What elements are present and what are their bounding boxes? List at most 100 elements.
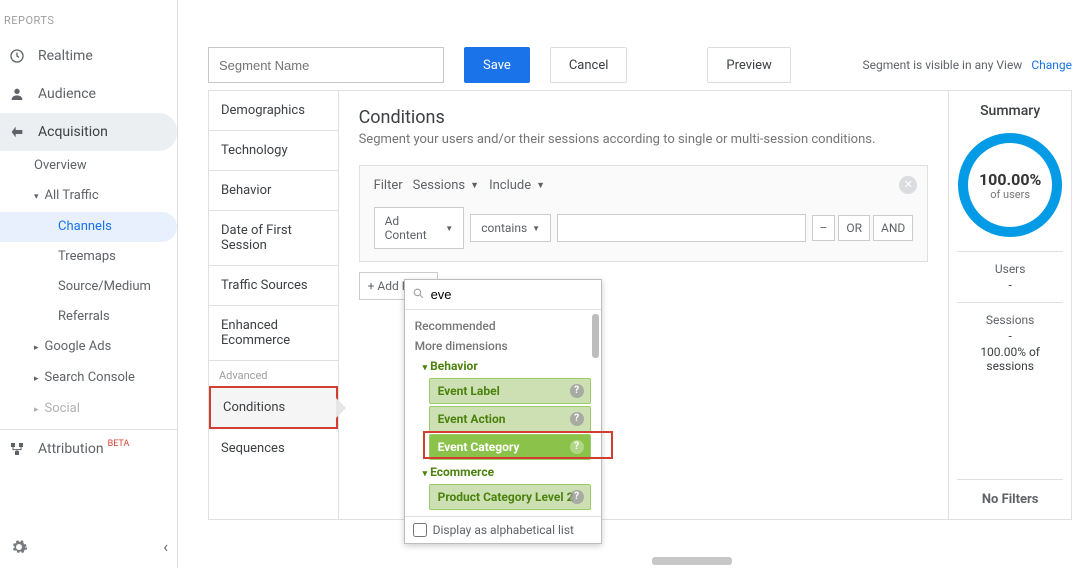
nav-label: Audience (38, 86, 96, 102)
caret-down-icon: ▼ (445, 224, 453, 233)
collapse-nav-icon[interactable]: ‹ (163, 537, 168, 556)
cat-traffic-sources[interactable]: Traffic Sources (209, 266, 338, 306)
filter-header-row: Filter Sessions ▼ Include ▼ (374, 178, 914, 193)
sessions-label: Sessions (957, 313, 1063, 327)
cat-behavior[interactable]: Behavior (209, 171, 338, 211)
cat-enhanced-ecommerce[interactable]: Enhanced Ecommerce (209, 306, 338, 361)
dim-event-category[interactable]: Event Category? (429, 434, 591, 460)
editor-title: Conditions (359, 107, 929, 128)
alpha-list-checkbox[interactable] (413, 523, 427, 537)
subnav-social[interactable]: Social (0, 394, 177, 425)
dim-product-category-l2[interactable]: Product Category Level 2? (429, 484, 591, 510)
or-button[interactable]: OR (838, 215, 870, 241)
cancel-button[interactable]: Cancel (550, 47, 628, 83)
dimension-search (405, 280, 601, 310)
acquisition-icon (8, 123, 26, 141)
conditions-editor: Conditions Segment your users and/or the… (339, 91, 950, 519)
segment-panel: Demographics Technology Behavior Date of… (208, 90, 1072, 520)
subnav-overview[interactable]: Overview (0, 151, 177, 181)
subnav-google-ads[interactable]: Google Ads (0, 332, 177, 363)
visibility-text: Segment is visible in any View Change (862, 58, 1072, 72)
search-icon (412, 287, 425, 300)
summary-of-users: of users (990, 189, 1030, 200)
help-icon[interactable]: ? (570, 412, 584, 426)
dim-text: Product Category Level 2 (438, 490, 574, 504)
subnav-all-traffic[interactable]: All Traffic (0, 181, 177, 212)
help-icon[interactable]: ? (570, 440, 584, 454)
users-value: - (957, 278, 1063, 292)
filter-condition-row: Ad Content ▼ contains ▼ – OR AND (374, 207, 914, 249)
scrollbar-thumb[interactable] (592, 314, 599, 358)
caret-down-icon: ▼ (470, 180, 479, 191)
group-ecommerce[interactable]: Ecommerce (405, 462, 601, 482)
nav-attribution[interactable]: Attribution BETA (0, 430, 177, 468)
operator-value: contains (481, 221, 527, 235)
nav-acquisition[interactable]: Acquisition (0, 113, 177, 151)
scope-dropdown[interactable]: Sessions ▼ (413, 178, 479, 193)
segment-name-input[interactable] (208, 47, 444, 83)
save-button[interactable]: Save (464, 47, 530, 83)
subnav-search-console[interactable]: Search Console (0, 363, 177, 394)
nav-label: Realtime (38, 48, 93, 64)
caret-down-icon: ▼ (536, 180, 545, 191)
sessions-pct: 100.00% of sessions (957, 345, 1063, 373)
beta-badge: BETA (108, 439, 130, 449)
subnav-source-medium[interactable]: Source/Medium (0, 272, 177, 302)
dim-text: Event Label (438, 384, 500, 398)
dimension-search-input[interactable] (405, 280, 601, 309)
cat-conditions[interactable]: Conditions (209, 386, 338, 429)
operator-dropdown[interactable]: contains ▼ (470, 214, 551, 242)
and-button[interactable]: AND (873, 215, 913, 241)
preview-button[interactable]: Preview (707, 47, 790, 83)
logic-buttons: – OR AND (812, 215, 914, 241)
dimension-dropdown[interactable]: Ad Content ▼ (374, 207, 465, 249)
sessions-value: - (957, 329, 1063, 343)
subnav-treemaps[interactable]: Treemaps (0, 242, 177, 272)
cat-demographics[interactable]: Demographics (209, 91, 338, 131)
remove-filter-icon[interactable]: ✕ (899, 176, 917, 194)
include-dropdown[interactable]: Include ▼ (489, 178, 545, 193)
filter-block: ✕ Filter Sessions ▼ Include ▼ Ad Content (359, 165, 929, 262)
subnav-referrals[interactable]: Referrals (0, 302, 177, 332)
attribution-icon (8, 440, 26, 458)
horizontal-scrollbar[interactable] (652, 557, 732, 565)
reports-header: REPORTS (0, 0, 177, 37)
dimension-results: Recommended More dimensions Behavior Eve… (405, 310, 601, 516)
nav-label: Acquisition (38, 124, 108, 140)
dimension-popover: Recommended More dimensions Behavior Eve… (404, 279, 602, 544)
subnav-channels[interactable]: Channels (0, 212, 177, 242)
segment-top-bar: Save Cancel Preview Segment is visible i… (192, 0, 1088, 90)
change-visibility-link[interactable]: Change (1031, 58, 1072, 72)
nav-label: Attribution (38, 441, 104, 457)
summary-title: Summary (957, 103, 1063, 119)
help-icon[interactable]: ? (570, 384, 584, 398)
summary-ring: 100.00% of users (958, 133, 1062, 237)
remove-condition-button[interactable]: – (812, 215, 836, 241)
settings-icon[interactable] (10, 538, 28, 556)
summary-percent: 100.00% (979, 170, 1041, 189)
more-dimensions-label: More dimensions (405, 336, 601, 356)
users-label: Users (957, 262, 1063, 276)
recommended-label: Recommended (405, 316, 601, 336)
popover-footer: Display as alphabetical list (405, 516, 601, 543)
help-icon[interactable]: ? (570, 490, 584, 504)
condition-value-input[interactable] (557, 214, 805, 242)
filter-label: Filter (374, 178, 403, 193)
dim-event-label[interactable]: Event Label? (429, 378, 591, 404)
category-list: Demographics Technology Behavior Date of… (209, 91, 339, 519)
cat-sequences[interactable]: Sequences (209, 429, 338, 468)
dim-event-action[interactable]: Event Action? (429, 406, 591, 432)
nav-bottom: ‹ (0, 537, 178, 556)
summary-users: Users - (957, 251, 1063, 302)
group-behavior[interactable]: Behavior (405, 356, 601, 376)
nav-realtime[interactable]: Realtime (0, 37, 177, 75)
nav-audience[interactable]: Audience (0, 75, 177, 113)
left-navigation: REPORTS Realtime Audience Acquisition Ov… (0, 0, 178, 568)
cat-technology[interactable]: Technology (209, 131, 338, 171)
alpha-list-label: Display as alphabetical list (433, 523, 574, 537)
include-value: Include (489, 178, 531, 193)
cat-first-session[interactable]: Date of First Session (209, 211, 338, 266)
dim-text: Event Category (438, 440, 520, 454)
summary-panel: Summary 100.00% of users Users - Session… (949, 91, 1071, 519)
no-filters-label: No Filters (957, 479, 1063, 507)
